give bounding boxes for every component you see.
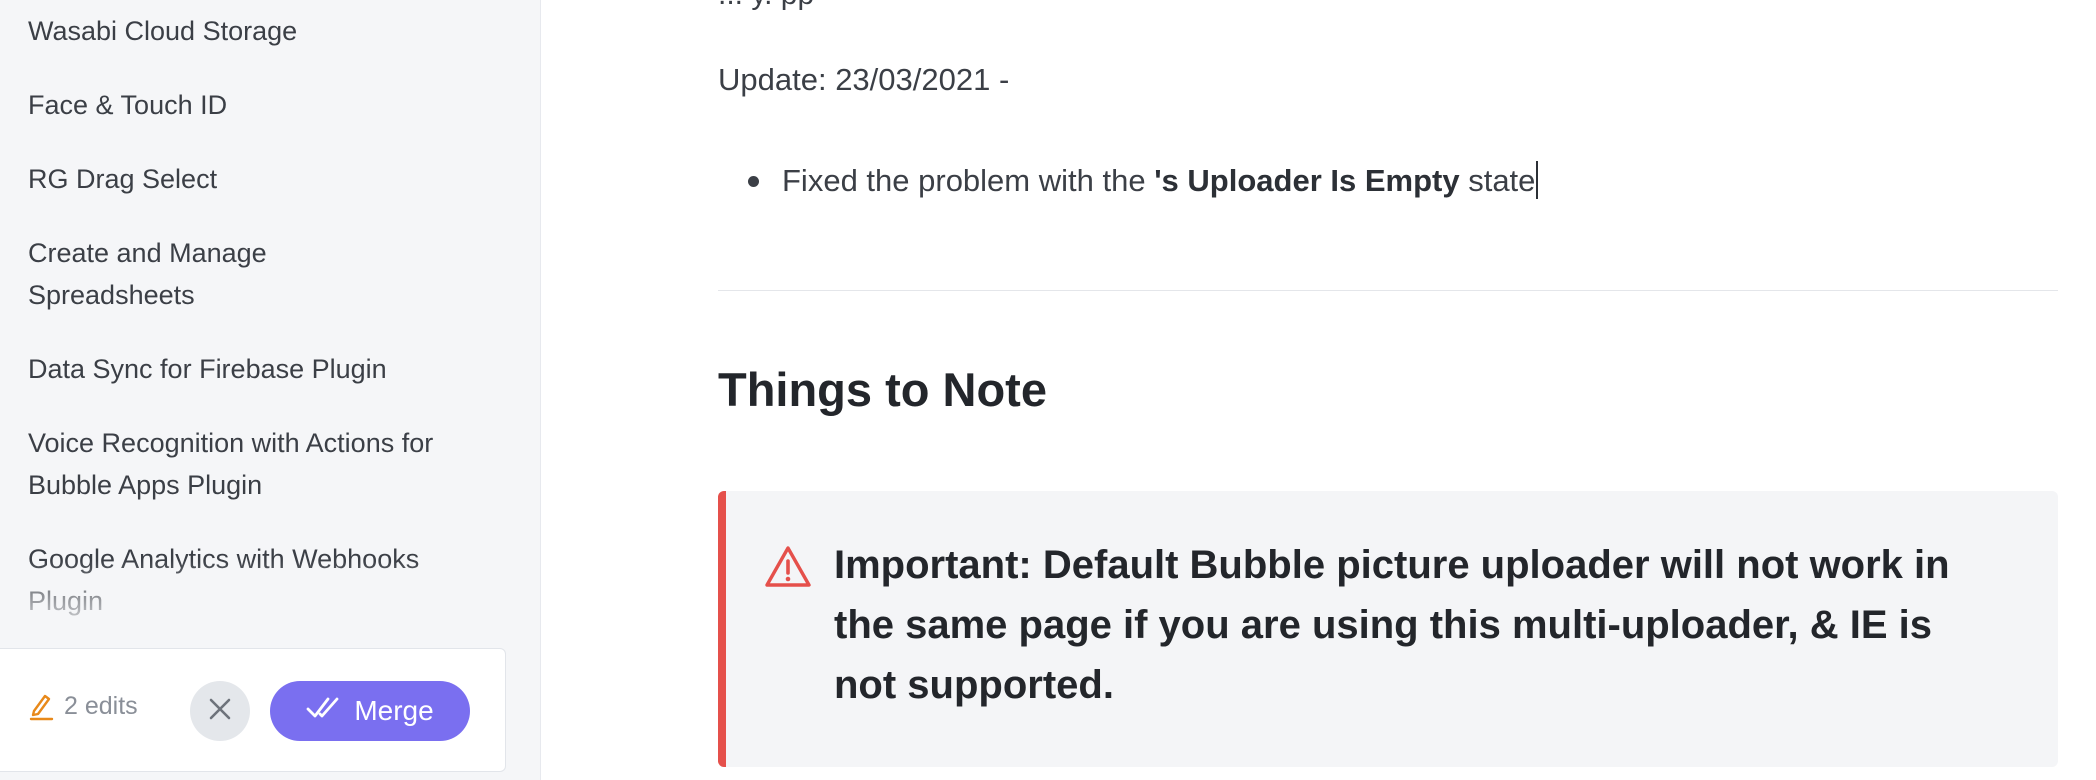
sidebar-item-rg-drag-select[interactable]: RG Drag Select — [28, 158, 448, 200]
sidebar: Wasabi Cloud Storage Face & Touch ID RG … — [0, 0, 541, 780]
changelog-item[interactable]: Fixed the problem with the 's Uploader I… — [718, 160, 1539, 202]
sidebar-item-create-manage-spreadsheets[interactable]: Create and Manage Spreadsheets — [28, 232, 318, 316]
double-check-icon — [306, 695, 340, 728]
update-date-line: Update: 23/03/2021 - — [718, 62, 1010, 97]
app-window: Wasabi Cloud Storage Face & Touch ID RG … — [0, 0, 2096, 780]
changelog-item-text: Fixed the problem with the — [782, 163, 1155, 198]
clipped-text-line: ... y. pp — [718, 0, 814, 12]
sidebar-item-data-sync-firebase[interactable]: Data Sync for Firebase Plugin — [28, 348, 448, 390]
sidebar-item-wasabi-cloud-storage[interactable]: Wasabi Cloud Storage — [28, 10, 448, 52]
discard-edits-button[interactable] — [190, 681, 250, 741]
close-icon — [207, 696, 233, 727]
text-cursor — [1536, 161, 1539, 199]
edits-count-label: 2 edits — [64, 691, 138, 720]
sidebar-nav-list: Wasabi Cloud Storage Face & Touch ID RG … — [28, 10, 448, 654]
sidebar-fade-overlay — [0, 560, 540, 640]
changelog-item-bold-text: 's Uploader Is Empty — [1154, 163, 1460, 198]
edit-merge-bar: 2 edits Merge — [0, 648, 506, 772]
sidebar-item-face-touch-id[interactable]: Face & Touch ID — [28, 84, 448, 126]
callout-text: Important: Default Bubble picture upload… — [834, 543, 1950, 707]
pencil-icon — [28, 691, 54, 721]
document-editor[interactable]: ... y. pp Update: 23/03/2021 - Fixed the… — [541, 0, 2096, 780]
edits-indicator[interactable]: 2 edits — [28, 691, 138, 721]
important-callout: Important: Default Bubble picture upload… — [718, 491, 2058, 767]
merge-button[interactable]: Merge — [270, 681, 470, 741]
warning-icon — [764, 545, 812, 594]
horizontal-divider — [718, 290, 2058, 291]
section-heading: Things to Note — [718, 363, 1047, 416]
merge-button-label: Merge — [354, 695, 434, 726]
changelog-item-suffix: state — [1459, 163, 1536, 198]
sidebar-item-voice-recognition[interactable]: Voice Recognition with Actions for Bubbl… — [28, 422, 448, 506]
changelog-list: Fixed the problem with the 's Uploader I… — [718, 160, 1539, 202]
